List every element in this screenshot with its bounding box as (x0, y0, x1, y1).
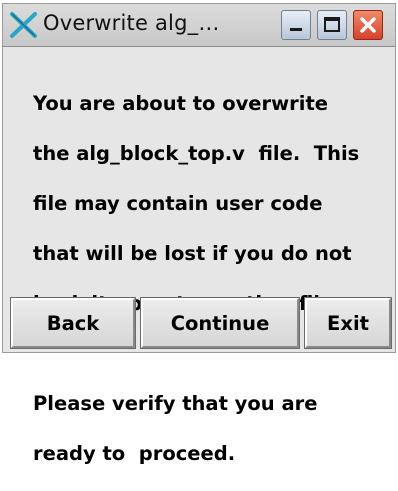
message-line: ready to proceed. (33, 442, 236, 465)
message-line: file may contain user code (33, 192, 323, 215)
close-button[interactable] (353, 10, 383, 40)
minimize-icon (290, 28, 302, 31)
x-cross-icon (9, 10, 39, 40)
message-line: the alg_block_top.v file. This (33, 142, 360, 165)
maximize-button[interactable] (317, 10, 347, 40)
close-icon (360, 17, 376, 33)
back-button[interactable]: Back (10, 297, 136, 349)
continue-button[interactable]: Continue (140, 297, 300, 349)
button-row: Back Continue Exit (3, 297, 395, 350)
window-title: Overwrite alg_… (43, 11, 220, 35)
minimize-button[interactable] (281, 10, 311, 40)
exit-button[interactable]: Exit (304, 297, 392, 349)
message-line: that will be lost if you do not (33, 242, 352, 265)
message-line: Please verify that you are (33, 392, 318, 415)
overwrite-dialog: Overwrite alg_… You are about to overwri… (2, 3, 396, 465)
title-bar[interactable]: Overwrite alg_… (3, 4, 395, 47)
maximize-icon (324, 17, 340, 32)
message-line: You are about to overwrite (33, 92, 329, 115)
warning-message: You are about to overwrite the alg_block… (33, 66, 383, 491)
